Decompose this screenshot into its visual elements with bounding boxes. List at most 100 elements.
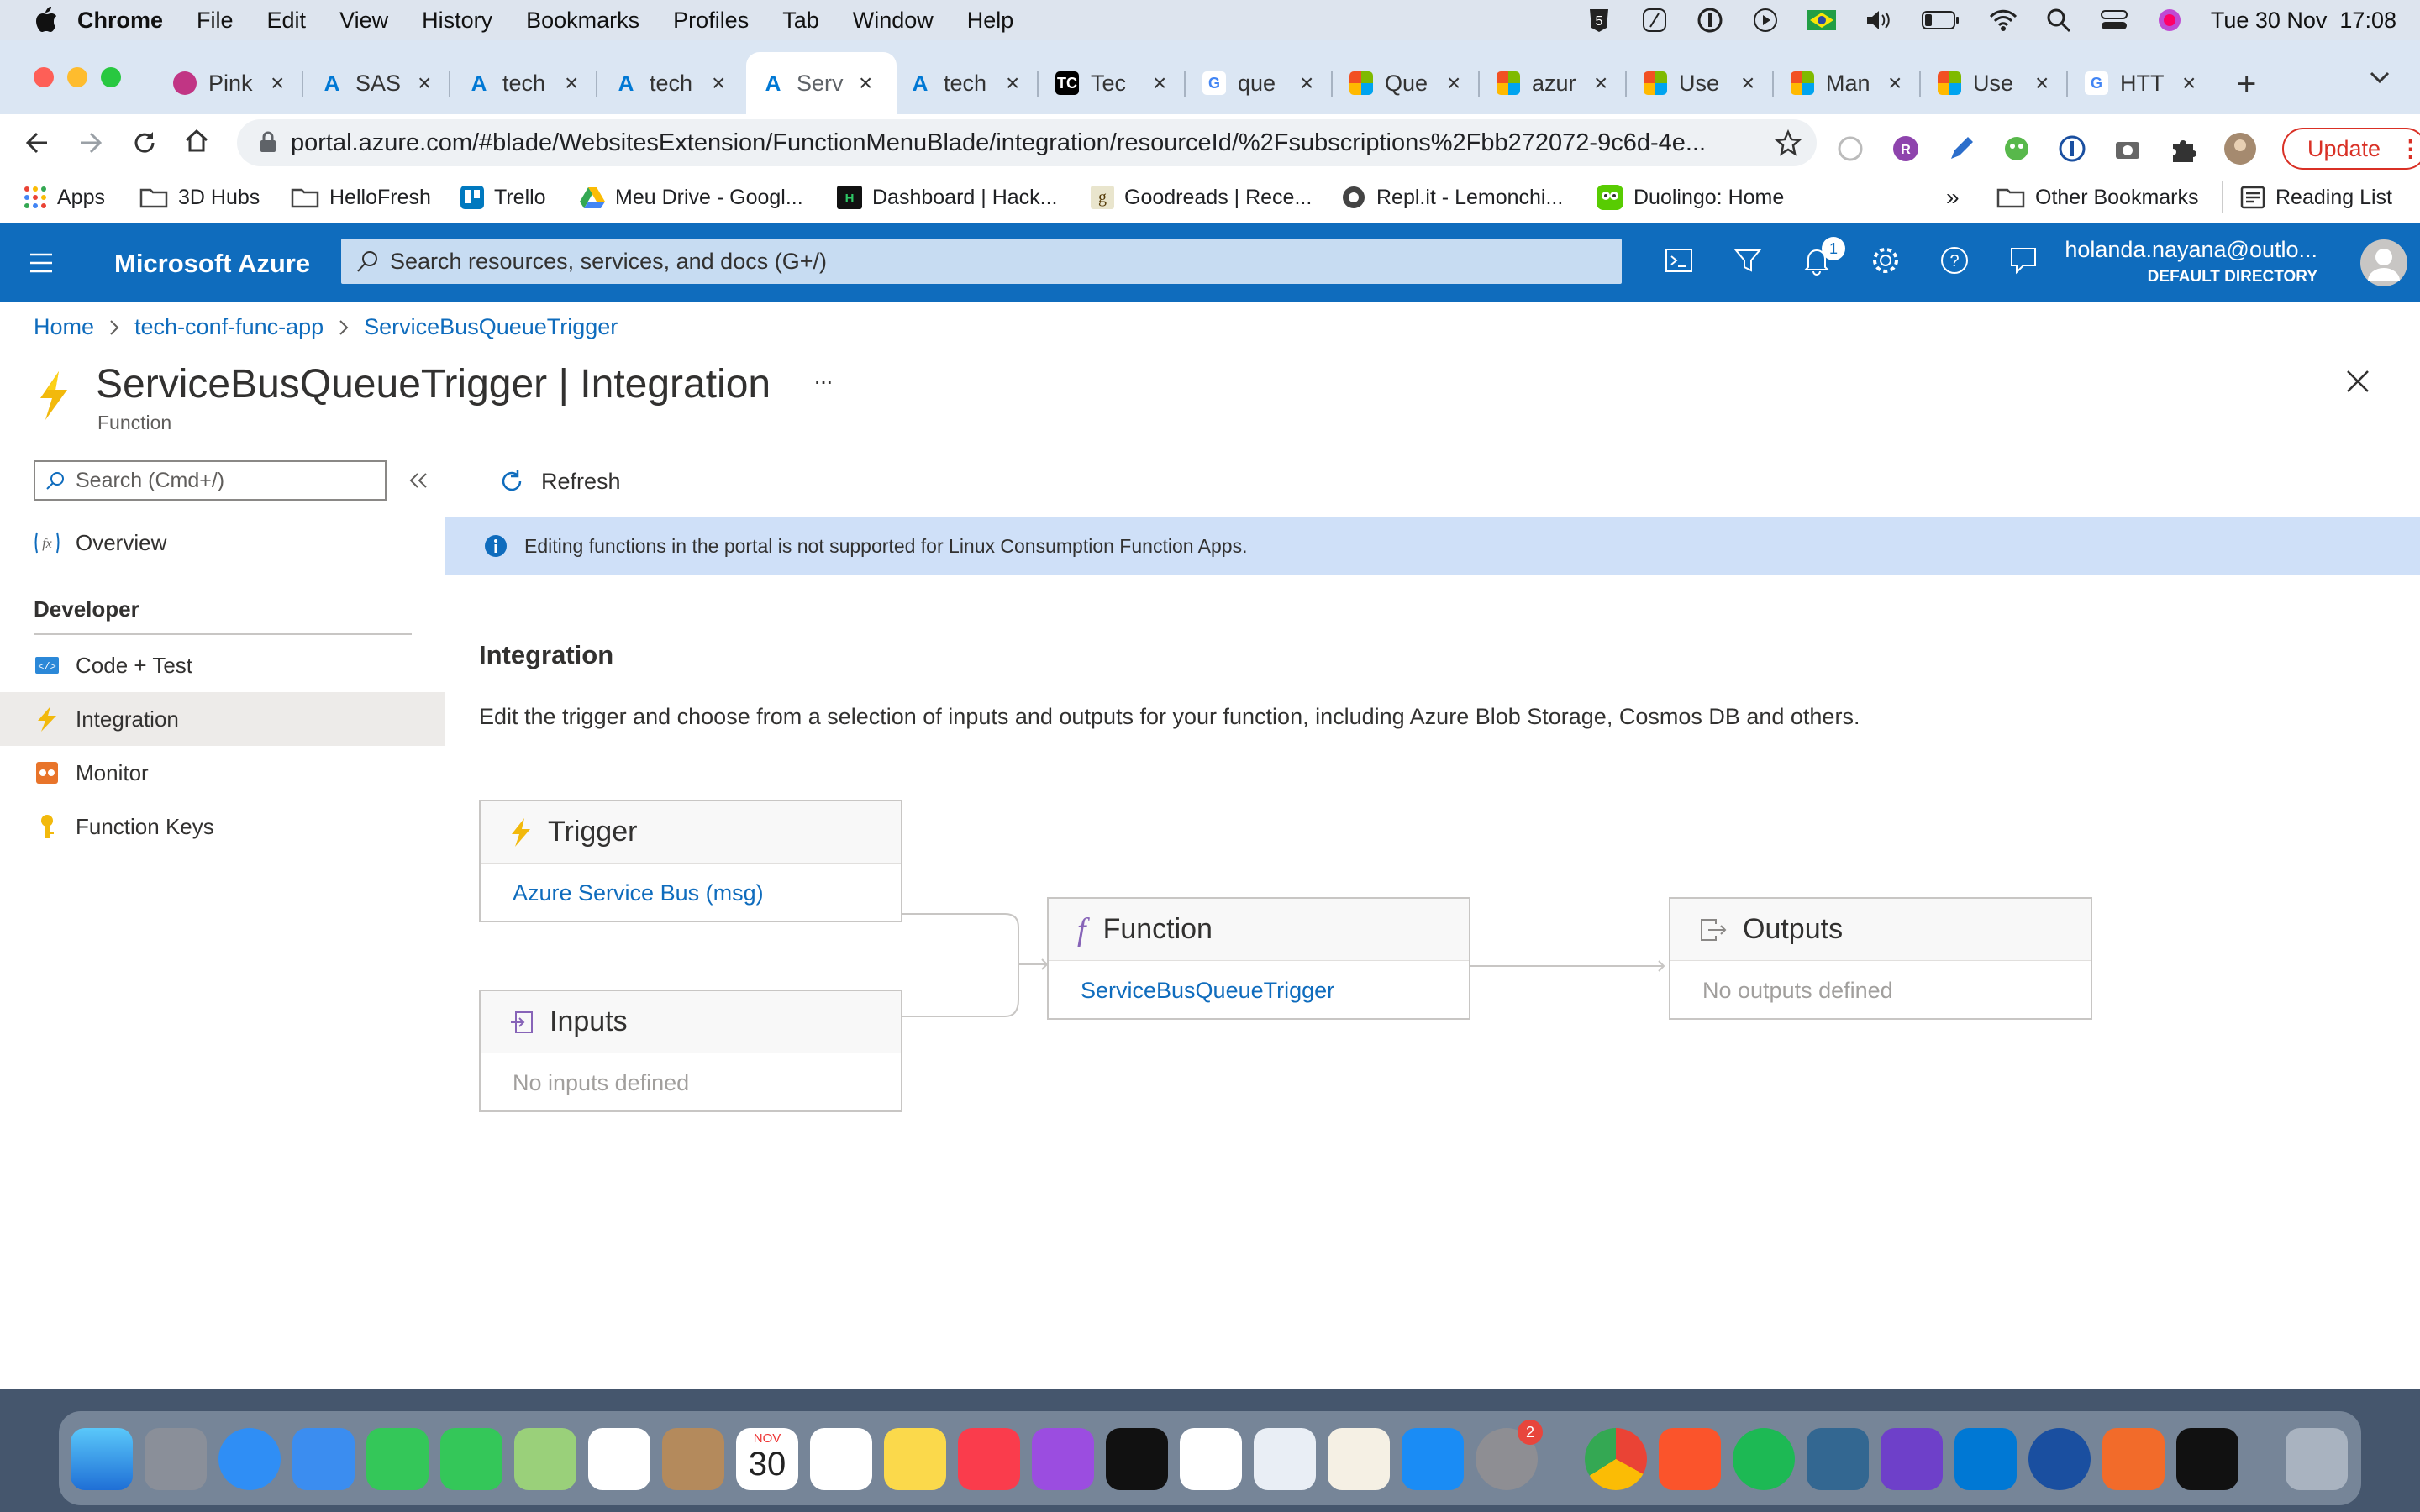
bookmark-hellofresh[interactable]: HelloFresh	[291, 181, 431, 213]
cloud-shell-icon[interactable]	[1664, 245, 1694, 276]
other-bookmarks[interactable]: Other Bookmarks	[1996, 181, 2199, 213]
siri-icon[interactable]	[2157, 8, 2182, 33]
browser-tab[interactable]: Atech ×	[614, 59, 726, 108]
menu-tab[interactable]: Tab	[765, 8, 836, 34]
volume-icon[interactable]	[1865, 8, 1893, 33]
more-bookmarks-button[interactable]: »	[1946, 181, 1960, 213]
close-tab-icon[interactable]: ×	[1594, 70, 1607, 97]
browser-tab[interactable]: Atech ×	[908, 59, 1020, 108]
sidebar-item-integration[interactable]: Integration	[0, 692, 445, 746]
menu-view[interactable]: View	[323, 8, 405, 34]
finder-icon[interactable]	[71, 1428, 133, 1490]
calendar-icon[interactable]: NOV 30	[736, 1428, 798, 1490]
photos-icon[interactable]	[588, 1428, 650, 1490]
settings-gear-icon[interactable]	[1870, 245, 1901, 276]
maps-icon[interactable]	[514, 1428, 576, 1490]
extension-camera-icon[interactable]	[2112, 134, 2143, 164]
sidebar-item-overview[interactable]: fx Overview	[0, 516, 445, 570]
menu-bookmarks[interactable]: Bookmarks	[509, 8, 656, 34]
apple-icon[interactable]	[0, 6, 59, 34]
close-tab-icon[interactable]: ×	[712, 70, 725, 97]
zoom-window-button[interactable]	[101, 67, 121, 87]
bookmark-3d-hubs[interactable]: 3D Hubs	[139, 181, 260, 213]
close-window-button[interactable]	[34, 67, 54, 87]
browser-tab[interactable]: Pink ×	[173, 59, 284, 108]
home-icon[interactable]	[183, 128, 210, 155]
sidebar-item-function-keys[interactable]: Function Keys	[0, 800, 445, 853]
postgresql-icon[interactable]	[1807, 1428, 1869, 1490]
podcasts-icon[interactable]	[1032, 1428, 1094, 1490]
feather-status-icon[interactable]	[1641, 7, 1668, 34]
tab-search-chevron-icon[interactable]	[2370, 71, 2390, 84]
close-tab-icon[interactable]: ×	[1153, 70, 1166, 97]
spotlight-search-icon[interactable]	[2046, 8, 2071, 33]
browser-tab[interactable]: Use ×	[1644, 59, 1754, 108]
close-tab-icon[interactable]: ×	[859, 70, 872, 97]
collapse-menu-icon[interactable]	[408, 472, 429, 489]
vscode-icon[interactable]	[1954, 1428, 2017, 1490]
browser-tab[interactable]: TC Tec ×	[1055, 59, 1166, 108]
address-bar[interactable]: portal.azure.com/#blade/WebsitesExtensio…	[237, 119, 1817, 166]
browser-tab[interactable]: G HTT ×	[2085, 59, 2196, 108]
close-tab-icon[interactable]: ×	[565, 70, 578, 97]
wifi-icon[interactable]	[1989, 8, 2018, 32]
outputs-card[interactable]: Outputs No outputs defined	[1669, 897, 2092, 1020]
new-tab-button[interactable]: +	[2237, 66, 2256, 103]
azure-brand[interactable]: Microsoft Azure	[114, 249, 310, 279]
close-tab-icon[interactable]: ×	[1300, 70, 1313, 97]
extension-highlighter-icon[interactable]	[1946, 134, 1976, 164]
breadcrumb-function[interactable]: ServiceBusQueueTrigger	[364, 314, 618, 340]
postman-icon[interactable]	[2102, 1428, 2165, 1490]
bookmark-duolingo[interactable]: Duolingo: Home	[1597, 181, 1784, 213]
menu-window[interactable]: Window	[836, 8, 950, 34]
kebab-menu-icon[interactable]: ⋮	[2399, 136, 2420, 162]
url-text[interactable]: portal.azure.com/#blade/WebsitesExtensio…	[291, 129, 1753, 157]
close-tab-icon[interactable]: ×	[418, 70, 431, 97]
blade-more-button[interactable]: ···	[813, 368, 834, 395]
bookmark-google-drive[interactable]: Meu Drive - Googl...	[580, 181, 803, 213]
close-tab-icon[interactable]: ×	[1006, 70, 1019, 97]
menu-edit[interactable]: Edit	[250, 8, 324, 34]
bookmark-goodreads[interactable]: g Goodreads | Rece...	[1091, 181, 1312, 213]
portal-menu-icon[interactable]	[29, 252, 54, 274]
messages-icon[interactable]	[440, 1428, 502, 1490]
facetime-icon[interactable]	[366, 1428, 429, 1490]
battery-icon[interactable]	[1921, 10, 1960, 30]
close-blade-icon[interactable]	[2346, 370, 2370, 393]
browser-tab[interactable]: Atech ×	[467, 59, 579, 108]
brave-icon[interactable]	[1659, 1428, 1721, 1490]
update-button[interactable]: Update ⋮	[2282, 128, 2420, 170]
close-tab-icon[interactable]: ×	[1888, 70, 1902, 97]
extensions-puzzle-icon[interactable]	[2168, 134, 2198, 164]
lock-icon[interactable]	[259, 131, 277, 153]
extension-purple-icon[interactable]: R	[1891, 134, 1921, 164]
system-preferences-icon[interactable]: 2	[1476, 1420, 1543, 1490]
breadcrumb-function-app[interactable]: tech-conf-func-app	[134, 314, 324, 340]
app-store-icon[interactable]	[1402, 1428, 1464, 1490]
reload-icon[interactable]	[131, 129, 158, 156]
menu-profiles[interactable]: Profiles	[656, 8, 765, 34]
feedback-icon[interactable]	[2008, 245, 2039, 276]
safari-icon[interactable]	[218, 1428, 281, 1490]
extension-onepassword-icon[interactable]	[2057, 134, 2087, 164]
help-question-icon[interactable]: ?	[1939, 245, 1970, 276]
browser-tab[interactable]: Gque ×	[1202, 59, 1313, 108]
control-center-icon[interactable]	[2100, 8, 2128, 32]
spotify-icon[interactable]	[1733, 1428, 1795, 1490]
account-avatar[interactable]	[2360, 239, 2408, 287]
browser-tab[interactable]: Que ×	[1349, 59, 1460, 108]
terminal-icon[interactable]	[2176, 1428, 2238, 1490]
notes-icon[interactable]	[884, 1428, 946, 1490]
contacts-icon[interactable]	[662, 1428, 724, 1490]
pages-icon[interactable]	[1328, 1428, 1390, 1490]
music-icon[interactable]	[958, 1428, 1020, 1490]
sidebar-item-monitor[interactable]: Monitor	[0, 746, 445, 800]
bookmark-replit[interactable]: Repl.it - Lemonchi...	[1341, 181, 1563, 213]
bookmark-trello[interactable]: Trello	[460, 181, 546, 213]
menu-file[interactable]: File	[180, 8, 250, 34]
close-tab-icon[interactable]: ×	[2182, 70, 2196, 97]
account-info[interactable]: holanda.nayana@outlo... DEFAULT DIRECTOR…	[2065, 237, 2317, 286]
trigger-card[interactable]: Trigger Azure Service Bus (msg)	[479, 800, 902, 922]
reading-list[interactable]: Reading List	[2222, 181, 2392, 213]
notifications-bell-icon[interactable]: 1	[1802, 237, 1845, 276]
